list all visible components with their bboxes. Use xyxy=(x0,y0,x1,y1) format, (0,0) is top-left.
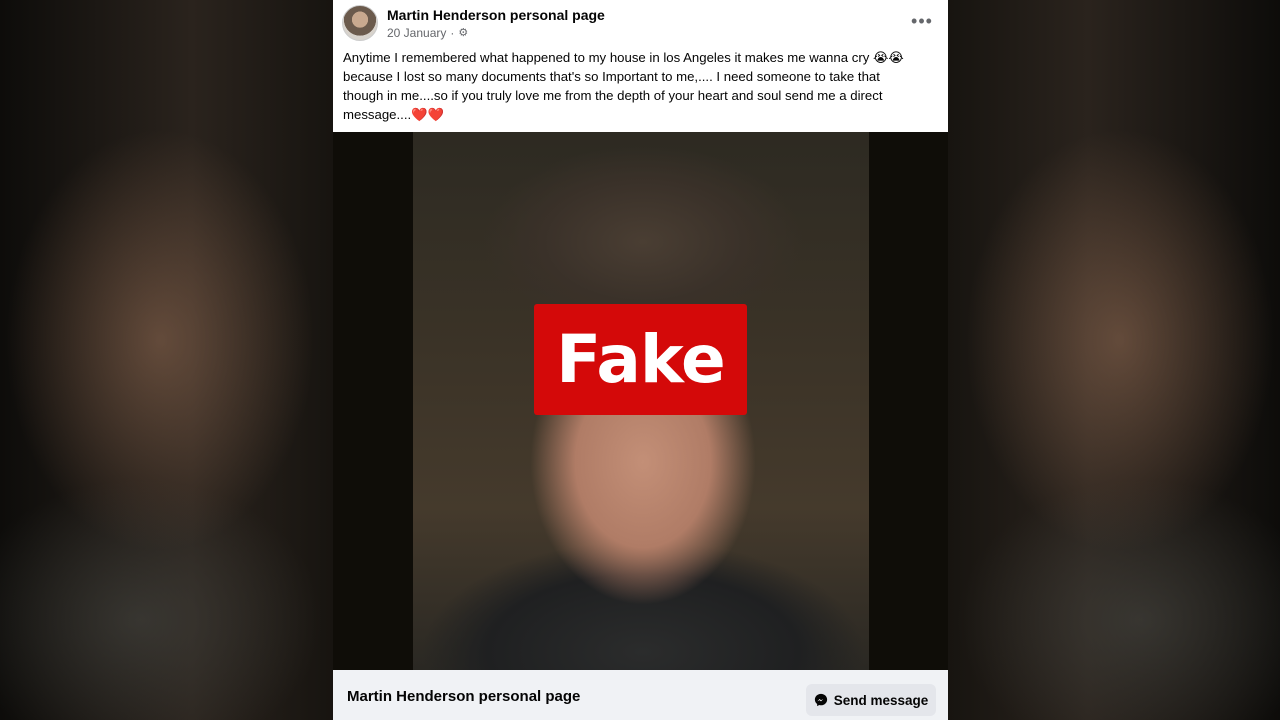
post-date[interactable]: 20 January xyxy=(387,26,446,40)
gear-icon: ⚙ xyxy=(458,26,469,39)
post-footer: Martin Henderson personal page Send mess… xyxy=(333,670,948,720)
send-message-button[interactable]: Send message xyxy=(806,684,936,716)
meta-separator: · xyxy=(450,26,455,40)
avatar[interactable] xyxy=(342,5,378,41)
post-header: Martin Henderson personal page 20 Januar… xyxy=(333,0,948,46)
post-author-name[interactable]: Martin Henderson personal page xyxy=(387,7,605,23)
post-photo[interactable]: Fake xyxy=(333,132,948,670)
post-text: Anytime I remembered what happened to my… xyxy=(343,50,904,122)
footer-page-name[interactable]: Martin Henderson personal page xyxy=(347,688,580,705)
send-message-label: Send message xyxy=(833,692,929,708)
more-dots-icon[interactable]: ••• xyxy=(910,9,934,33)
post-card: Martin Henderson personal page 20 Januar… xyxy=(333,0,948,720)
post-meta: 20 January · ⚙ xyxy=(387,26,469,40)
fake-label-badge: Fake xyxy=(534,304,747,415)
messenger-icon xyxy=(814,693,827,707)
